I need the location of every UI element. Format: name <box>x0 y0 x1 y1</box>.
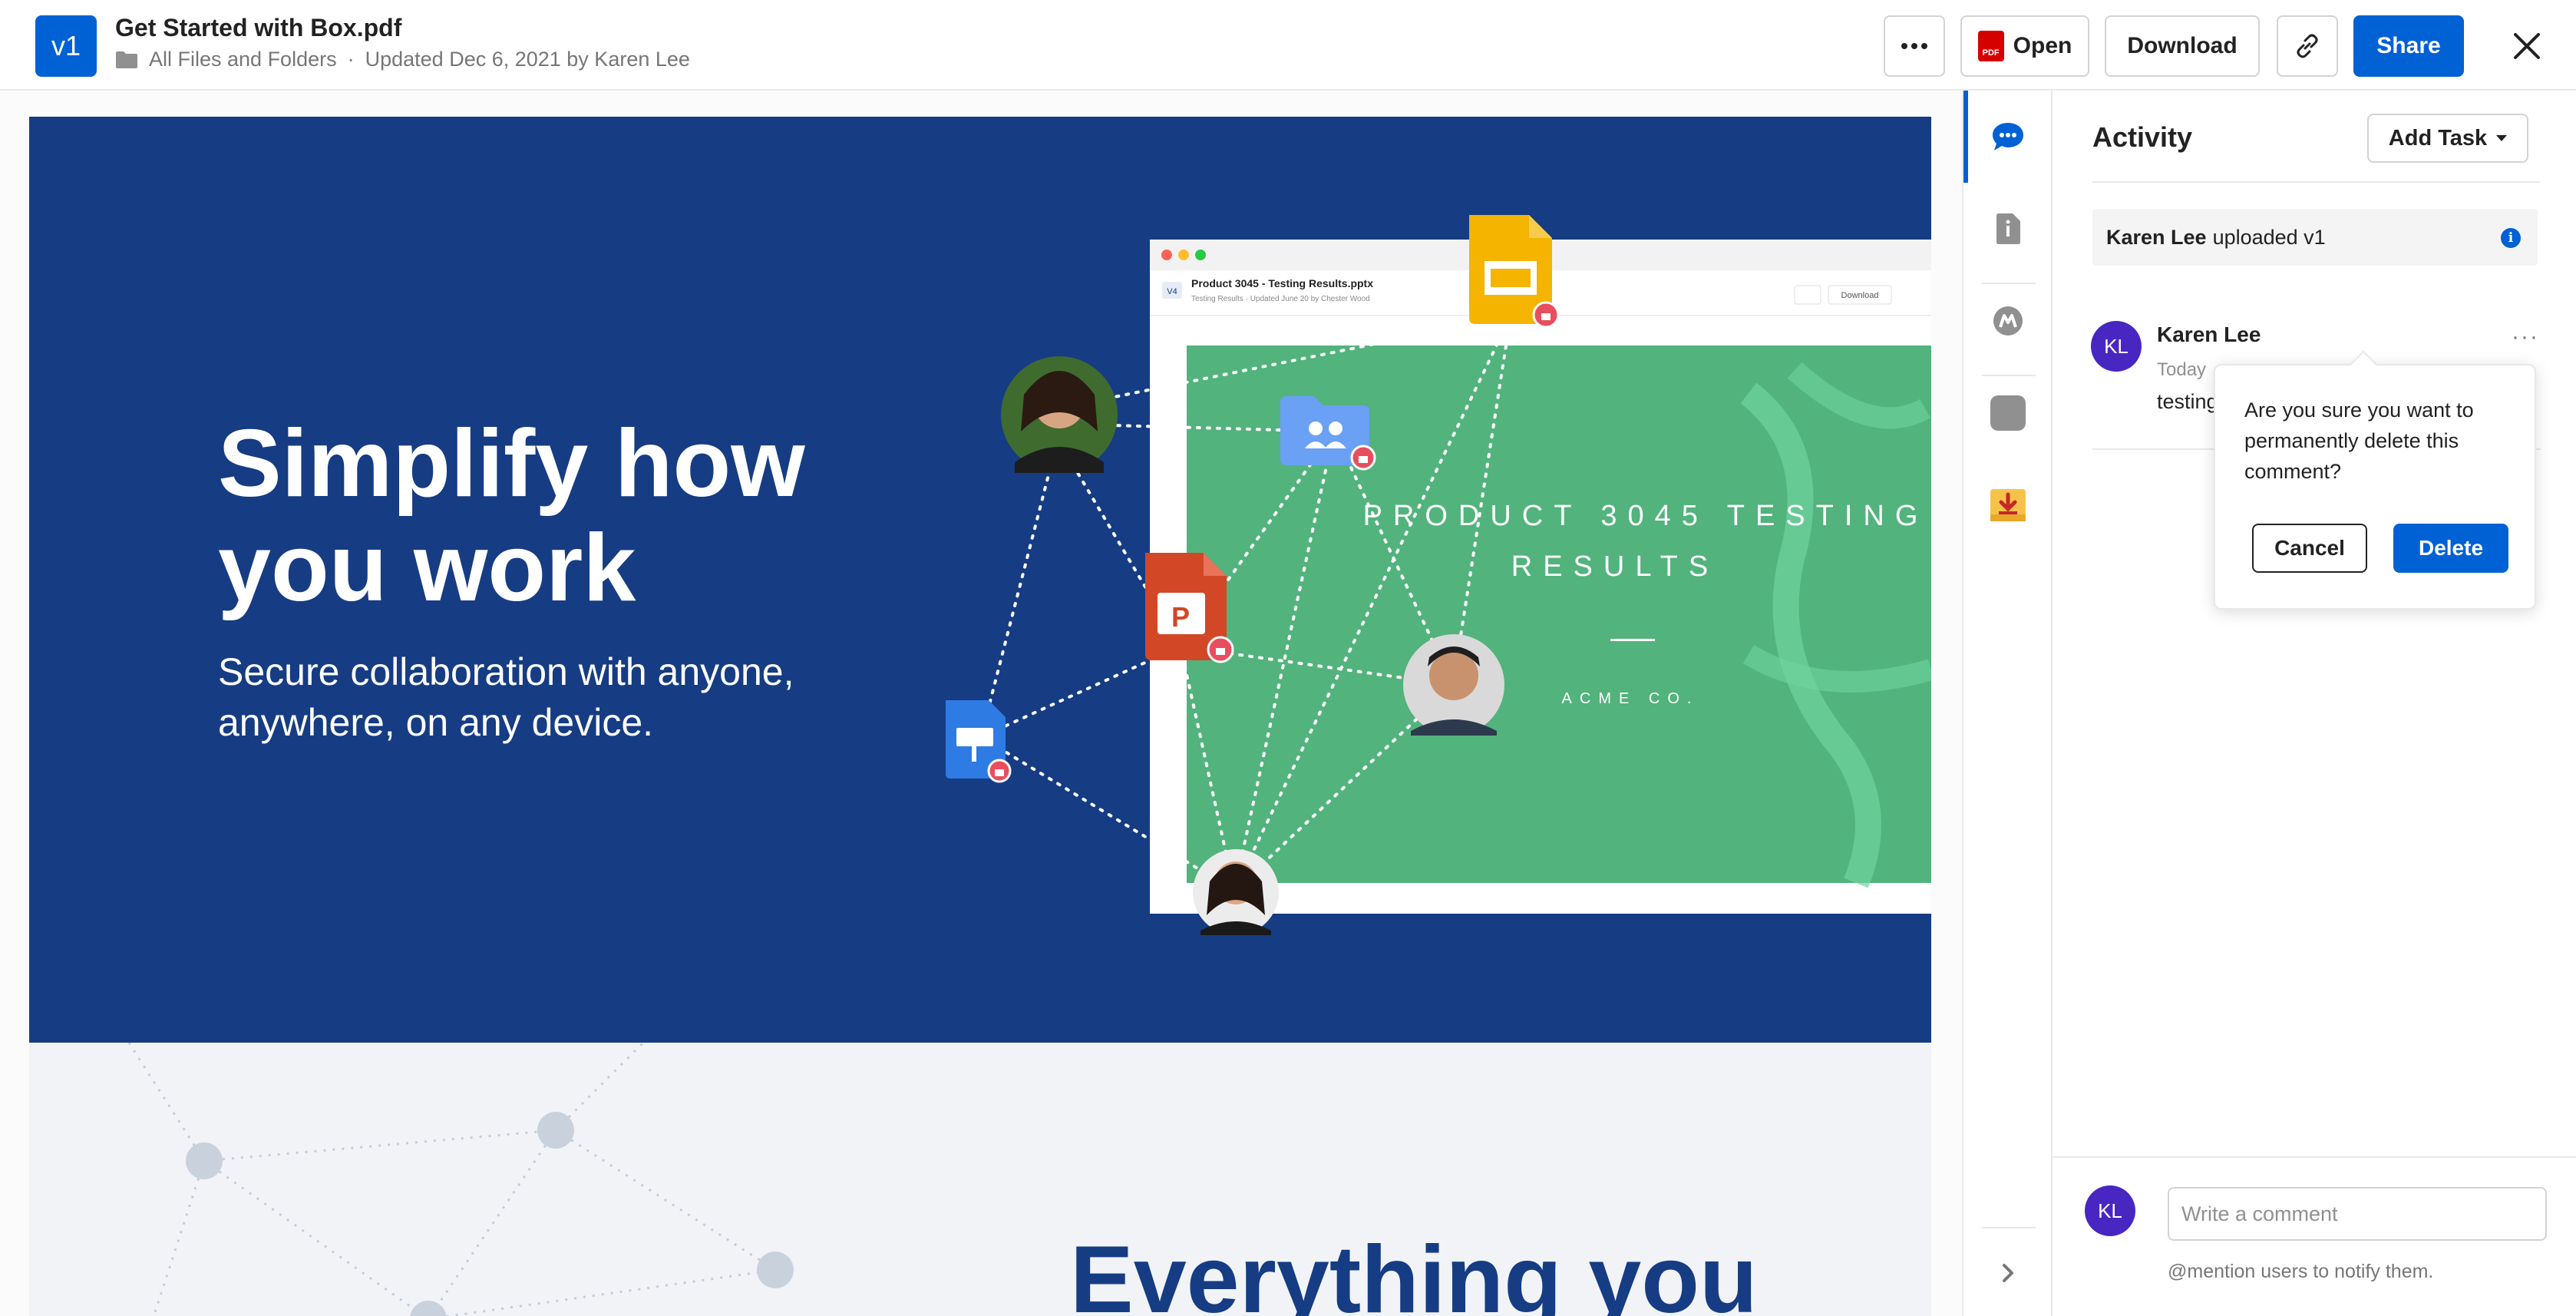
more-options-button[interactable] <box>1884 15 1945 77</box>
hero-headline-line2: you work <box>218 515 636 621</box>
mock-version: V4 <box>1167 287 1177 296</box>
sidebar-item-activity[interactable] <box>1963 98 2053 175</box>
network-decoration <box>127 1043 794 1316</box>
chevron-right-icon <box>2003 1264 2013 1282</box>
folder-icon <box>116 51 137 68</box>
slide-title-line1: PRODUCT 3045 TESTING <box>1363 500 1929 532</box>
hero-sub-line2: anywhere, on any device. <box>218 701 654 744</box>
pdf-badge-text: PDF <box>1982 48 2000 58</box>
close-button[interactable] <box>2504 23 2550 69</box>
hero-headline: Simplify how you work <box>218 412 909 620</box>
powerpoint-file-icon: P <box>1145 553 1234 663</box>
delete-confirm-popover: Are you sure you want to permanently del… <box>2214 364 2536 610</box>
mock-file-title: Product 3045 - Testing Results.pptx <box>1191 277 1373 289</box>
delete-confirm-message: Are you sure you want to permanently del… <box>2244 398 2474 483</box>
comment-bubble-icon <box>1993 123 2023 150</box>
hero-headline-line1: Simplify how <box>218 411 805 517</box>
version-upload-entry: Karen Lee uploaded v1 i <box>2092 209 2538 266</box>
slides-file-icon <box>1469 215 1560 329</box>
preview-header: v1 Get Started with Box.pdf All Files an… <box>0 0 2576 91</box>
link-icon <box>2297 34 2318 58</box>
sidebar-item-skills[interactable] <box>1963 283 2053 359</box>
activity-panel: Activity Add Task Karen Lee uploaded v1 … <box>2053 91 2576 1316</box>
composer-divider <box>2053 1156 2576 1158</box>
upload-user: Karen Lee <box>2106 225 2207 249</box>
skills-icon <box>1993 306 2023 336</box>
avatar-woman-1 <box>1001 356 1118 473</box>
version-badge[interactable]: v1 <box>35 15 97 77</box>
upload-action: uploaded v1 <box>2212 225 2326 249</box>
download-box-icon <box>1990 489 2026 521</box>
sidebar-nav <box>1962 91 2053 1316</box>
cancel-button[interactable]: Cancel <box>2252 524 2367 573</box>
hero-subheading: Secure collaboration with anyone, anywhe… <box>218 646 893 748</box>
mock-file-meta: Testing Results · Updated June 20 by Che… <box>1191 295 1370 303</box>
slide-company: ACME CO. <box>1562 690 1699 707</box>
sidebar-item-details[interactable] <box>1963 190 2053 267</box>
share-button[interactable]: Share <box>2353 15 2464 77</box>
slide-title-line2: RESULTS <box>1511 551 1719 583</box>
comment-more-button[interactable]: ··· <box>2512 324 2539 350</box>
metadata-icon <box>1990 395 2026 431</box>
preview-area: V4 Product 3045 - Testing Results.pptx T… <box>0 91 1962 1316</box>
open-label: Open <box>2013 33 2072 58</box>
breadcrumb-folder-link[interactable]: All Files and Folders <box>149 48 337 71</box>
composer-avatar: KL <box>2085 1185 2135 1236</box>
comment-avatar: KL <box>2091 321 2142 372</box>
add-task-button[interactable]: Add Task <box>2367 114 2528 163</box>
keynote-file-icon <box>946 700 1012 783</box>
sidebar-item-box-download[interactable] <box>1963 467 2053 544</box>
sidebar-expand-button[interactable] <box>1963 1242 2053 1304</box>
file-info-icon <box>1996 213 2020 244</box>
hero-sub-line1: Secure collaboration with anyone, <box>218 650 794 693</box>
avatar-woman-2 <box>1193 849 1279 935</box>
comment-text: testing <box>2157 390 2218 413</box>
delete-button[interactable]: Delete <box>2393 524 2508 573</box>
updated-text: Updated Dec 6, 2021 by Karen Lee <box>365 48 690 71</box>
open-button[interactable]: PDF Open <box>1960 15 2089 77</box>
caret-down-icon <box>2496 135 2508 141</box>
add-task-label: Add Task <box>2388 125 2488 150</box>
close-icon <box>2514 33 2540 59</box>
mock-download: Download <box>1841 291 1879 300</box>
hero-section: V4 Product 3045 - Testing Results.pptx T… <box>29 117 1931 1043</box>
comment-input[interactable] <box>2168 1187 2547 1241</box>
sidebar-item-metadata[interactable] <box>1963 375 2053 451</box>
comment-author[interactable]: Karen Lee <box>2157 322 2261 347</box>
pdf-file-icon: PDF <box>1977 31 2004 61</box>
shared-folder-icon <box>1280 396 1376 471</box>
section2-heading: Everything you <box>1070 1227 1758 1316</box>
mention-hint: @mention users to notify them. <box>2168 1261 2434 1282</box>
sidebar-divider <box>1982 1227 2036 1228</box>
document-page: V4 Product 3045 - Testing Results.pptx T… <box>29 117 1931 1316</box>
activity-title: Activity <box>2092 121 2193 153</box>
file-meta: All Files and Folders · Updated Dec 6, 2… <box>115 48 690 71</box>
features-section: Everything you <box>29 1043 1931 1316</box>
download-button[interactable]: Download <box>2105 15 2260 77</box>
avatar-man <box>1403 634 1504 736</box>
copy-link-button[interactable] <box>2277 15 2338 77</box>
activity-divider <box>2092 181 2541 183</box>
ppt-letter: P <box>1171 601 1190 633</box>
info-icon[interactable]: i <box>2501 228 2521 248</box>
comment-timestamp: Today <box>2157 359 2207 380</box>
meta-separator: · <box>347 48 355 71</box>
more-horizontal-icon <box>1901 43 1927 49</box>
file-title: Get Started with Box.pdf <box>115 14 402 41</box>
